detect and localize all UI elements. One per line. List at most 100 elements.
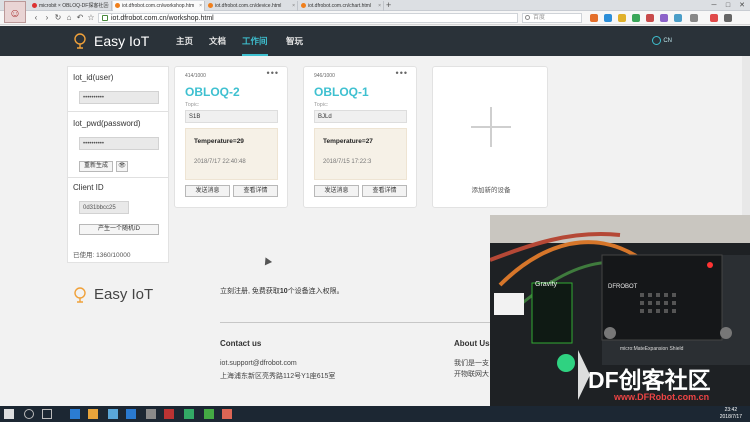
windows-taskbar: 23:42 2018/7/17 xyxy=(0,406,750,422)
language-switch[interactable]: CN xyxy=(652,36,672,45)
iot-pwd-field[interactable]: •••••••••• xyxy=(79,137,159,150)
message-count: 414/1000 xyxy=(185,73,206,79)
latest-message-box: Temperature=27 2018/7/15 17:22:3 xyxy=(314,128,407,180)
address: 上海浦东新区亮秀路112号Y1座615室 xyxy=(220,373,336,380)
cloud-icon xyxy=(74,33,86,49)
random-id-button[interactable]: 产生一个随机ID xyxy=(79,224,159,235)
signup-slogan: 立刻注册, 免费获取10个设备连入权限。 xyxy=(220,288,344,295)
send-message-button[interactable]: 发送消息 xyxy=(314,185,359,197)
store-icon[interactable] xyxy=(126,409,136,419)
view-details-button[interactable]: 查看详情 xyxy=(233,185,278,197)
shield-icon[interactable] xyxy=(632,14,640,22)
device-card: 946/1000 ••• OBLOQ-1 Topic: BJLd Tempera… xyxy=(303,66,417,208)
app-icon[interactable] xyxy=(204,409,214,419)
extension-icon[interactable] xyxy=(674,14,682,22)
nav-smart-play[interactable]: 智玩 xyxy=(286,26,303,56)
tab-favicon-icon xyxy=(115,3,120,8)
about-text: 我们是一支 xyxy=(454,360,489,367)
tab-close-icon[interactable]: × xyxy=(292,1,295,11)
tab-close-icon[interactable]: × xyxy=(378,1,381,11)
windows-start-icon[interactable] xyxy=(4,409,14,419)
watermark-text: DF创客社区 xyxy=(588,367,711,393)
minimize-button[interactable]: ─ xyxy=(708,0,720,11)
close-window-button[interactable]: ✕ xyxy=(736,0,748,11)
view-details-button[interactable]: 查看详情 xyxy=(362,185,407,197)
site-logo[interactable]: Easy IoT xyxy=(72,32,149,50)
home-icon[interactable]: ⌂ xyxy=(64,12,74,23)
url-input[interactable]: iot.dfrobot.com.cn/workshop.html xyxy=(98,13,518,23)
app-icon[interactable] xyxy=(184,409,194,419)
extension-icon[interactable] xyxy=(660,14,668,22)
undo-icon[interactable]: ↶ xyxy=(75,12,85,23)
menu-icon[interactable] xyxy=(690,14,698,22)
divider xyxy=(68,177,168,178)
topic-label: Topic: xyxy=(314,102,329,108)
extension-icon[interactable] xyxy=(618,14,626,22)
footer-logo[interactable]: Easy IoT xyxy=(72,286,153,303)
message-count: 946/1000 xyxy=(314,73,335,79)
app-icon[interactable] xyxy=(164,409,174,419)
nav-docs[interactable]: 文档 xyxy=(209,26,226,56)
about-heading: About Us xyxy=(454,339,490,348)
about-text: 开物联网大 xyxy=(454,371,489,378)
forward-icon[interactable]: › xyxy=(42,12,52,23)
bookmark-star-icon[interactable]: ☆ xyxy=(86,12,96,23)
browser-tab-active[interactable]: iot.dfrobot.com.cn/workshop.htm × xyxy=(113,1,205,11)
nav-workshop[interactable]: 工作间 xyxy=(242,26,268,56)
video-overlay: Gravity DFROBOT micro:MateExpansion Shie… xyxy=(490,215,750,406)
browser-icon[interactable] xyxy=(108,409,118,419)
search-icon[interactable] xyxy=(24,409,34,419)
maximize-button[interactable]: □ xyxy=(722,0,734,11)
iot-id-field[interactable]: •••••••••• xyxy=(79,91,159,104)
file-explorer-icon[interactable] xyxy=(88,409,98,419)
iot-pwd-label: Iot_pwd(password) xyxy=(73,119,141,128)
device-name[interactable]: OBLOQ-1 xyxy=(314,85,369,99)
message-time: 2018/7/15 17:22:3 xyxy=(323,159,372,165)
brand-label: DFROBOT xyxy=(608,284,638,290)
nav-home[interactable]: 主页 xyxy=(176,26,193,56)
topic-field[interactable]: BJLd xyxy=(314,110,407,123)
client-id-field[interactable]: 0d31bbcc25 xyxy=(79,201,129,214)
more-options-icon[interactable]: ••• xyxy=(396,68,408,78)
add-device-card[interactable]: 添加新的设备 xyxy=(432,66,548,208)
watermark-url: www.DFRobot.com.cn xyxy=(614,392,710,402)
app-icon[interactable] xyxy=(222,409,232,419)
reload-icon[interactable]: ↻ xyxy=(53,12,63,23)
browser-tab[interactable]: iot.dfrobot.com.cn/chart.html × xyxy=(299,1,384,11)
latest-message: Temperature=27 xyxy=(323,138,373,145)
topic-field[interactable]: S1B xyxy=(185,110,278,123)
footer-divider xyxy=(220,322,500,323)
credentials-panel: Iot_id(user) •••••••••• Iot_pwd(password… xyxy=(67,66,169,263)
task-view-icon[interactable] xyxy=(42,409,52,419)
contact-heading: Contact us xyxy=(220,339,262,348)
device-name[interactable]: OBLOQ-2 xyxy=(185,85,240,99)
extension-icon[interactable] xyxy=(590,14,598,22)
extension-icon[interactable] xyxy=(604,14,612,22)
address-bar: ‹ › ↻ ⌂ ↶ ☆ iot.dfrobot.com.cn/workshop.… xyxy=(0,11,750,25)
regenerate-button[interactable]: 重新生成 xyxy=(79,161,113,172)
edge-icon[interactable] xyxy=(70,409,80,419)
add-device-label: 添加新的设备 xyxy=(471,187,511,194)
tab-close-icon[interactable]: × xyxy=(199,1,202,11)
search-input[interactable]: 百度 xyxy=(522,13,582,23)
support-email[interactable]: iot.support@dfrobot.com xyxy=(220,360,297,367)
show-password-icon[interactable]: 👁 xyxy=(116,161,128,172)
extension-icon[interactable] xyxy=(710,14,718,22)
back-icon[interactable]: ‹ xyxy=(31,12,41,23)
browser-tab-strip: microbit × OBLOQ-DF探客社区 × iot.dfrobot.co… xyxy=(0,0,750,11)
user-avatar[interactable]: ☺ xyxy=(4,1,26,23)
tab-close-icon[interactable]: × xyxy=(106,1,109,11)
board-label: micro:MateExpansion Shield xyxy=(620,346,684,352)
calculator-icon[interactable] xyxy=(146,409,156,419)
secure-lock-icon xyxy=(102,15,108,21)
extension-icon[interactable] xyxy=(646,14,654,22)
browser-tab[interactable]: microbit × OBLOQ-DF探客社区 × xyxy=(30,1,112,11)
gravity-label: Gravity xyxy=(535,281,558,288)
settings-icon[interactable] xyxy=(724,14,732,22)
more-options-icon[interactable]: ••• xyxy=(267,68,279,78)
new-tab-button[interactable]: + xyxy=(386,0,391,11)
latest-message-box: Temperature=29 2018/7/17 22:40:48 xyxy=(185,128,278,180)
taskbar-clock[interactable]: 23:42 2018/7/17 xyxy=(720,407,742,421)
send-message-button[interactable]: 发送消息 xyxy=(185,185,230,197)
browser-tab[interactable]: iot.dfrobot.com.cn/device.html × xyxy=(206,1,298,11)
